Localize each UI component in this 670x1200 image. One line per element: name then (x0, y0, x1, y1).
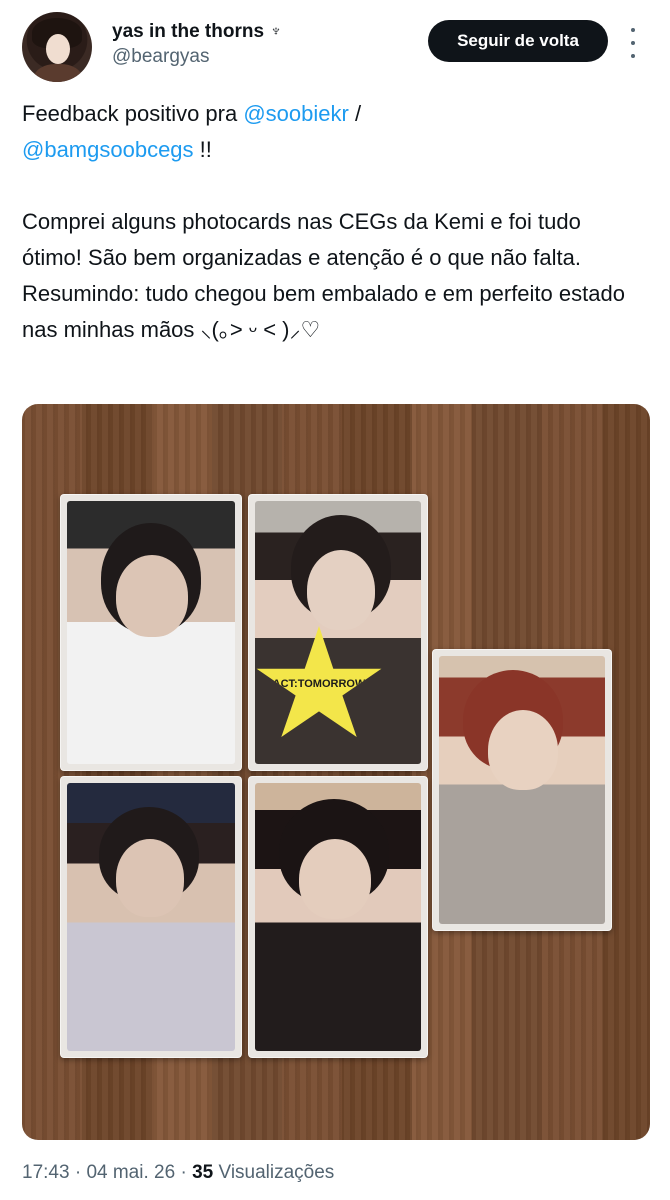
tweet-metadata: 17:43 · 04 mai. 26 · 35 Visualizações (22, 1162, 334, 1184)
author-info[interactable]: yas in the thorns ♆ @beargyas (112, 20, 282, 70)
tweet: yas in the thorns ♆ @beargyas Seguir de … (0, 0, 670, 1200)
views-count: 35 (192, 1162, 214, 1183)
text-prefix: Feedback positivo pra (22, 101, 244, 126)
tweet-paragraph-2: Comprei alguns photocards nas CEGs da Ke… (22, 209, 581, 270)
avatar[interactable] (22, 12, 92, 82)
tweet-time[interactable]: 17:43 (22, 1162, 70, 1183)
author-badge-icon: ♆ (270, 23, 283, 40)
views-label: Visualizações (218, 1162, 335, 1183)
tweet-date[interactable]: 04 mai. 26 (86, 1162, 175, 1183)
photocard-2 (248, 494, 428, 771)
more-options-icon[interactable] (626, 28, 640, 58)
tweet-text: Feedback positivo pra @soobiekr / @bamgs… (22, 96, 642, 348)
photocard-5 (248, 776, 428, 1058)
text-slash: / (348, 101, 362, 126)
tweet-line-2: @bamgsoobcegs !! (22, 132, 642, 168)
star-sticker-text: ACT:TOMORROW (272, 678, 366, 690)
photocard-4 (60, 776, 242, 1058)
tweet-photo[interactable]: ACT:TOMORROW (22, 404, 650, 1140)
author-handle[interactable]: @beargyas (112, 44, 282, 70)
author-display-name[interactable]: yas in the thorns ♆ (112, 20, 282, 44)
avatar-body (34, 64, 82, 82)
separator: · (74, 1162, 82, 1183)
text-exclaim: !! (193, 137, 212, 162)
separator: · (180, 1162, 187, 1183)
mention-bamgsoobcegs[interactable]: @bamgsoobcegs (22, 137, 194, 162)
tweet-paragraph-3: Resumindo: tudo chegou bem embalado e em… (22, 281, 625, 342)
author-name-text: yas in the thorns (112, 21, 265, 42)
mention-soobiekr[interactable]: @soobiekr (243, 101, 349, 126)
follow-back-button[interactable]: Seguir de volta (428, 20, 608, 62)
tweet-line-1: Feedback positivo pra @soobiekr / (22, 96, 642, 132)
photocard-3 (432, 649, 612, 931)
photocard-1 (60, 494, 242, 771)
avatar-face (46, 34, 70, 64)
